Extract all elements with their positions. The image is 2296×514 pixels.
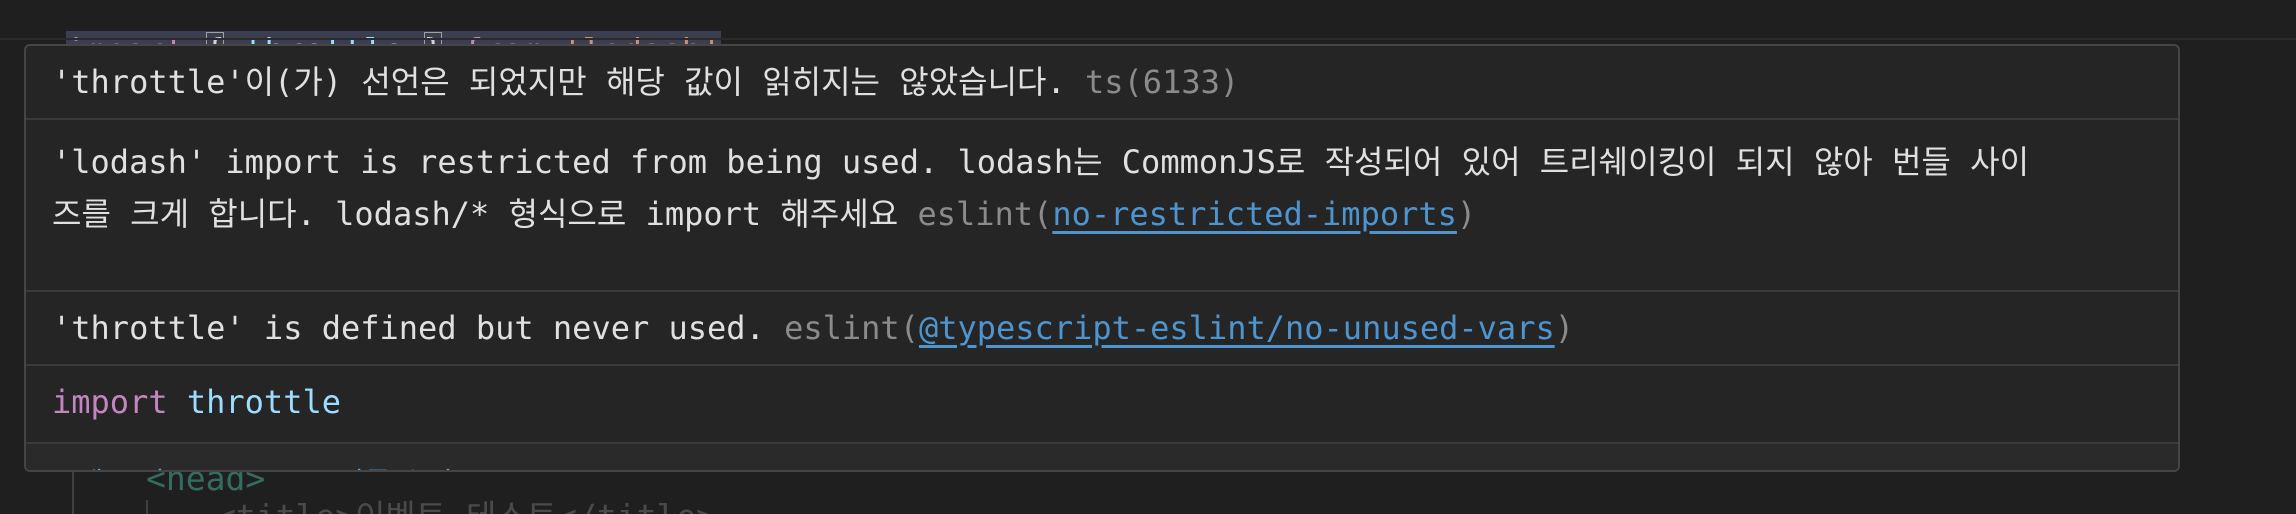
indent-guide: [72, 470, 74, 514]
rule-link-no-unused-vars[interactable]: @typescript-eslint/no-unused-vars: [919, 309, 1555, 347]
message-text-line2: 즈를 크게 합니다. lodash/* 형식으로 import 해주세요: [52, 195, 899, 233]
hover-message-restricted-imports: 'lodash' import is restricted from being…: [26, 120, 2178, 292]
message-source-prefix: eslint(: [917, 195, 1053, 233]
suggestion-keyword: import: [52, 383, 168, 421]
message-source-suffix: ): [1554, 309, 1574, 347]
code-line-import[interactable]: import { throttle } from 'lodash';: [26, 0, 741, 70]
hover-import-suggestion: import throttle: [26, 366, 2178, 442]
indent-guide: [146, 500, 148, 514]
message-source-suffix: ): [1456, 195, 1477, 233]
hover-actions-bar: 문제 보기 (⌥F8) 빠른 수정... (⌘.): [26, 442, 2178, 470]
message-text: 'throttle'이(가) 선언은 되었지만 해당 값이 읽히지는 않았습니다…: [52, 63, 1066, 101]
code-line-title[interactable]: <title>이벤트 테스트</title>: [216, 500, 716, 514]
view-problem-button[interactable]: 문제 보기 (⌥F8): [50, 460, 259, 470]
hover-widget[interactable]: 'throttle'이(가) 선언은 되었지만 해당 값이 읽히지는 않았습니다…: [24, 44, 2180, 472]
message-source: ts(6133): [1085, 63, 1240, 101]
quick-fix-button[interactable]: 빠른 수정... (⌘.): [338, 460, 541, 470]
message-text-line1: 'lodash' import is restricted from being…: [52, 143, 2030, 181]
hover-message-ts: 'throttle'이(가) 선언은 되었지만 해당 값이 읽히지는 않았습니다…: [26, 46, 2178, 120]
suggestion-name: throttle: [186, 383, 341, 421]
rule-link-no-restricted-imports[interactable]: no-restricted-imports: [1052, 195, 1457, 233]
hover-message-unused-vars: 'throttle' is defined but never used. es…: [26, 292, 2178, 366]
current-line-border: [0, 38, 2296, 40]
message-source-prefix: eslint(: [784, 309, 919, 347]
message-text: 'throttle' is defined but never used.: [52, 309, 765, 347]
